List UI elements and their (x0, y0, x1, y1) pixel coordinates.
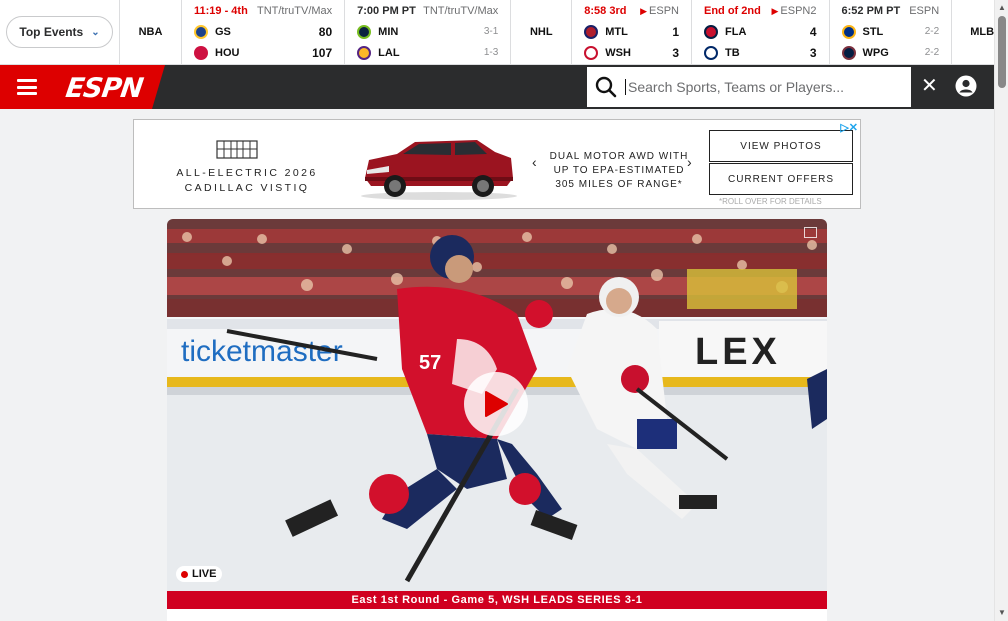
live-label: LIVE (192, 568, 217, 580)
team-row: LAL 1-3 (357, 42, 498, 63)
team-logo-icon (704, 45, 718, 60)
live-play-icon: ▶ (771, 6, 779, 16)
team-record: 2-2 (924, 26, 940, 37)
chevron-down-icon: ⌄ (91, 26, 100, 38)
game-card[interactable]: End of 2nd ▶ ESPN2 FLA 4 TB 3 (692, 0, 830, 64)
svg-text:57: 57 (419, 352, 441, 374)
game-status: End of 2nd (704, 5, 761, 17)
ad-fine-print: *ROLL OVER FOR DETAILS (719, 197, 822, 206)
search-input[interactable] (625, 79, 905, 95)
cadillac-ad-banner[interactable]: ALL-ELECTRIC 2026 CADILLAC VISTIQ ‹ DUAL… (133, 119, 861, 209)
team-row: GS 80 (194, 21, 332, 42)
game-network: TNT/truTV/Max (423, 5, 499, 17)
scoreboard-strip: Top Events ⌄ NBA 11:19 - 4th TNT/truTV/M… (0, 0, 994, 65)
cadillac-crest-icon (216, 140, 258, 159)
team-row: HOU 107 (194, 42, 332, 63)
search-icon (595, 76, 617, 98)
team-score: 1 (672, 24, 679, 39)
game-card[interactable]: 6:52 PM PT ESPN STL 2-2 WPG 2-2 (830, 0, 953, 64)
close-search-icon[interactable]: ✕ (921, 76, 938, 96)
scroll-up-icon[interactable]: ▲ (998, 3, 1006, 12)
hamburger-menu-icon[interactable] (17, 79, 37, 95)
team-abbr: HOU (215, 46, 240, 59)
live-badge: LIVE (176, 566, 223, 582)
team-logo-icon (357, 45, 372, 60)
team-record: 1-3 (483, 47, 499, 58)
espn-logo[interactable]: ESPN (64, 73, 145, 104)
main-navbar: ESPN ✕ (0, 65, 994, 109)
view-photos-button[interactable]: VIEW PHOTOS (709, 130, 853, 162)
team-row: WSH 3 (584, 42, 679, 63)
team-abbr: GS (215, 25, 231, 38)
game-card[interactable]: 8:58 3rd ▶ ESPN MTL 1 WSH 3 (572, 0, 692, 64)
game-status: 6:52 PM PT (841, 5, 901, 17)
ad-tagline: DUAL MOTOR AWD WITH UP TO EPA-ESTIMATED … (549, 151, 689, 190)
search-box[interactable] (587, 67, 911, 107)
team-row: MIN 3-1 (357, 21, 498, 42)
hero-caption[interactable]: East 1st Round - Game 5, WSH LEADS SERIE… (167, 591, 827, 609)
game-status: 11:19 - 4th (194, 5, 248, 17)
game-network: ESPN (909, 5, 940, 17)
adchoices-icon[interactable]: ▷✕ (840, 121, 858, 134)
carousel-next-icon[interactable]: › (687, 154, 692, 170)
team-logo-icon (357, 24, 372, 39)
team-record: 2-2 (924, 47, 940, 58)
user-account-icon[interactable] (955, 75, 977, 97)
team-abbr: LAL (378, 46, 400, 59)
game-network: ESPN (649, 5, 679, 17)
suv-image (361, 140, 517, 200)
live-play-icon: ▶ (640, 6, 648, 16)
team-logo-icon (194, 24, 208, 39)
team-abbr: STL (862, 25, 884, 38)
game-card[interactable]: 7:00 PM PT TNT/truTV/Max MIN 3-1 LAL 1-3 (345, 0, 512, 64)
ad-brand-text: ALL-ELECTRIC 2026 CADILLAC VISTIQ (176, 167, 318, 194)
scrollbar-thumb[interactable] (998, 16, 1006, 88)
team-abbr: WPG (862, 46, 889, 59)
svg-text:ticketmaster: ticketmaster (181, 335, 343, 368)
game-card[interactable]: 11:19 - 4th TNT/truTV/Max GS 80 HOU 107 (182, 0, 346, 64)
team-logo-icon (841, 24, 856, 39)
hero-video-card[interactable]: ticketmaster LEX 57 LIVE (167, 219, 827, 591)
team-row: FLA 4 (704, 21, 817, 42)
team-record: 3-1 (483, 26, 499, 37)
league-label-mlb[interactable]: MLB (952, 0, 994, 64)
play-video-button[interactable] (464, 372, 528, 436)
team-logo-icon (584, 45, 599, 60)
team-abbr: MIN (378, 25, 399, 38)
league-label-nba[interactable]: NBA (120, 0, 182, 64)
team-score: 3 (672, 45, 679, 60)
page-scrollbar[interactable]: ▲ ▼ (994, 0, 1008, 621)
game-status: 8:58 3rd (584, 5, 627, 17)
team-abbr: WSH (605, 46, 631, 59)
team-row: MTL 1 (584, 21, 679, 42)
top-events-label: Top Events (19, 25, 84, 39)
team-row: STL 2-2 (841, 21, 940, 42)
team-row: WPG 2-2 (841, 42, 940, 63)
game-status: 7:00 PM PT (357, 5, 416, 17)
team-score: 107 (312, 45, 333, 60)
team-abbr: MTL (605, 25, 628, 38)
team-abbr: FLA (725, 25, 747, 38)
league-label-nhl[interactable]: NHL (511, 0, 573, 64)
top-events-container: Top Events ⌄ (0, 0, 120, 64)
team-row: TB 3 (704, 42, 817, 63)
gallery-icon (804, 227, 817, 238)
scroll-down-icon[interactable]: ▼ (998, 608, 1006, 617)
team-score: 4 (809, 24, 817, 39)
team-score: 3 (809, 45, 817, 60)
hero-content-area (167, 609, 827, 621)
game-network: TNT/truTV/Max (256, 5, 333, 17)
game-network: ESPN2 (780, 5, 817, 17)
team-logo-icon (704, 24, 718, 39)
top-events-dropdown[interactable]: Top Events ⌄ (6, 16, 113, 48)
current-offers-button[interactable]: CURRENT OFFERS (709, 163, 853, 195)
team-score: 80 (318, 24, 333, 39)
live-dot-icon (181, 570, 188, 578)
svg-text:LEX: LEX (695, 331, 781, 373)
team-abbr: TB (725, 46, 740, 59)
team-logo-icon (841, 45, 856, 60)
team-logo-icon (584, 24, 599, 39)
team-logo-icon (194, 45, 208, 60)
play-icon (485, 391, 508, 417)
